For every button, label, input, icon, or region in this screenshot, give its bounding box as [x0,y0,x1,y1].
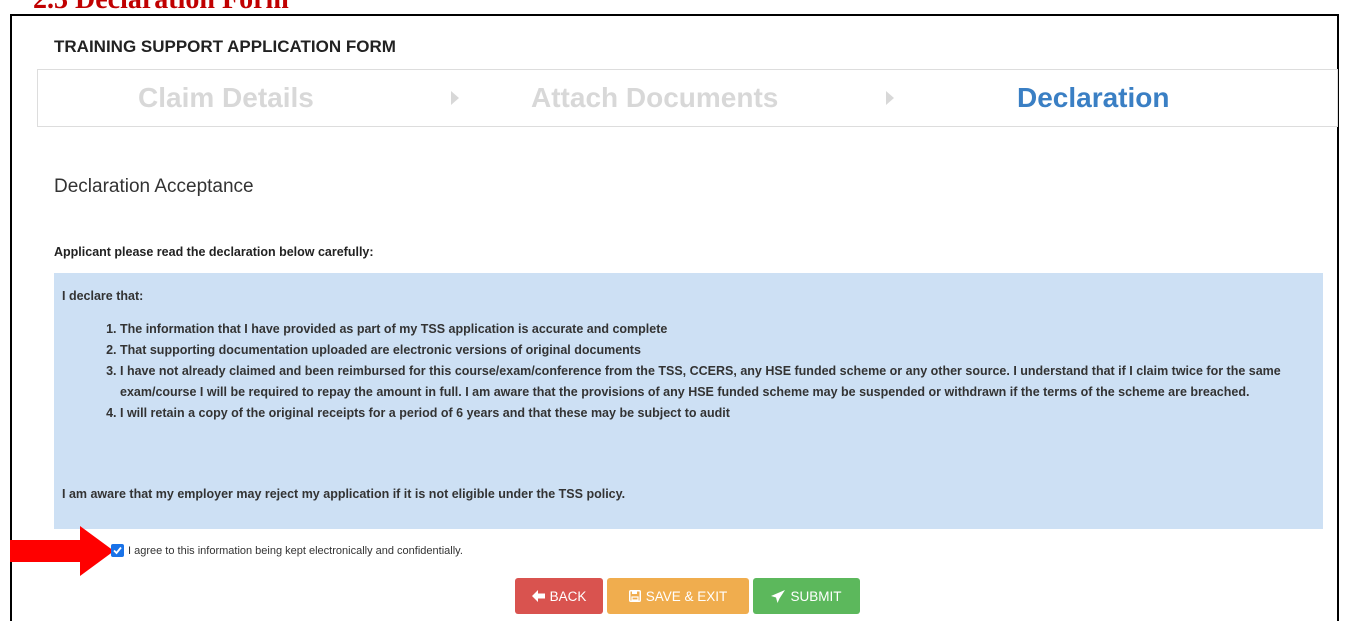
caret-right-icon [886,91,894,105]
form-title: TRAINING SUPPORT APPLICATION FORM [54,37,396,56]
save-exit-button-label: SAVE & EXIT [645,588,728,604]
red-arrow-icon [10,526,114,576]
action-buttons: BACK SAVE & EXIT SUBMIT [515,578,860,614]
step-attach-documents[interactable]: Attach Documents [531,81,778,115]
floppy-disk-icon [628,590,641,602]
declaration-intro: I declare that: [62,289,144,303]
document-heading: 2.3 Declaration Form [33,0,289,14]
arrow-left-icon [531,590,545,602]
agree-label: I agree to this information being kept e… [128,544,463,557]
declaration-item: That supporting documentation uploaded a… [120,340,1330,361]
read-note: Applicant please read the declaration be… [54,245,374,259]
declaration-list: The information that I have provided as … [94,319,1330,424]
declaration-item: I will retain a copy of the original rec… [120,403,1330,424]
declaration-item: The information that I have provided as … [120,319,1330,340]
submit-button[interactable]: SUBMIT [753,578,860,614]
step-claim-details[interactable]: Claim Details [138,81,314,115]
checkmark-icon [113,546,122,555]
agree-checkbox-row[interactable]: I agree to this information being kept e… [111,544,463,557]
paper-plane-icon [771,589,786,603]
declaration-box: I declare that: The information that I h… [54,273,1323,529]
declaration-footer: I am aware that my employer may reject m… [62,487,626,501]
step-declaration[interactable]: Declaration [1017,81,1170,115]
declaration-item: I have not already claimed and been reim… [120,361,1330,403]
page: 2.3 Declaration Form TRAINING SUPPORT AP… [0,0,1349,621]
save-exit-button[interactable]: SAVE & EXIT [607,578,749,614]
submit-button-label: SUBMIT [790,588,842,604]
back-button[interactable]: BACK [515,578,603,614]
wizard-stepper: Claim Details Attach Documents Declarati… [37,69,1338,127]
section-title: Declaration Acceptance [54,176,254,197]
back-button-label: BACK [549,588,587,604]
caret-right-icon [451,91,459,105]
agree-checkbox[interactable] [111,544,124,557]
